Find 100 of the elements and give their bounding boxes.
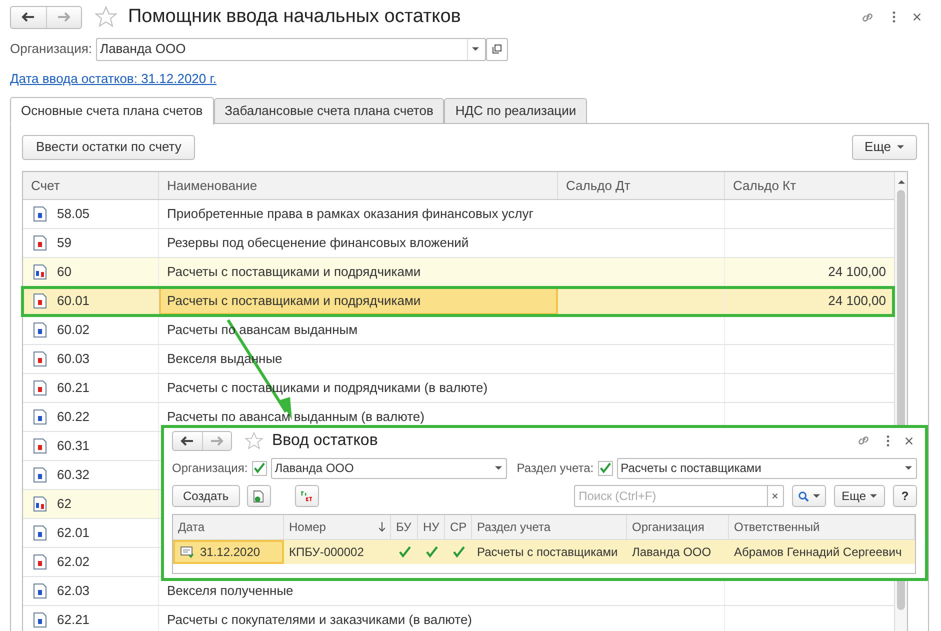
sort-arrow-icon[interactable]: [379, 522, 385, 532]
search-icon: [798, 490, 809, 502]
more-button[interactable]: Еще: [852, 134, 917, 160]
search-field[interactable]: Поиск (Ctrl+F): [574, 485, 768, 507]
table-row[interactable]: 58.05 Приобретенные права в рамках оказания финансовых услуг: [23, 200, 894, 229]
dialog-title: Ввод остатков: [272, 430, 378, 450]
more-icon[interactable]: [886, 434, 890, 446]
dropdown-caret-icon: [812, 494, 820, 498]
account-icon: [33, 583, 47, 599]
enter-balances-button[interactable]: Ввести остатки по счету: [22, 134, 196, 160]
field-label: Организация:: [10, 40, 92, 58]
column-header[interactable]: Раздел учета: [472, 515, 627, 539]
checkbox[interactable]: [252, 460, 267, 476]
table-cell-text: 60.32: [57, 466, 90, 484]
open-button[interactable]: [486, 38, 508, 60]
clear-button[interactable]: [768, 485, 784, 507]
table-cell-text: 58.05: [57, 205, 90, 224]
dropdown-caret-icon: [904, 466, 912, 470]
table-cell-text: 24 100,00: [828, 263, 886, 282]
account-icon: [33, 264, 47, 280]
table-cell-text: Расчеты с покупателями и заказчиками (в валюте): [167, 611, 472, 630]
account-icon: [33, 322, 47, 338]
open-window-icon: [492, 44, 502, 54]
tab[interactable]: Забалансовые счета плана счетов: [214, 98, 444, 124]
table-cell-text: 60.22: [57, 408, 90, 426]
document-row[interactable]: 31.12.2020 КПБУ-000002 Расчеты с поставщиками Лаванда ООО Абрамов Геннадий Сергеевич: [173, 540, 915, 564]
create-button[interactable]: Создать: [172, 485, 240, 507]
column-header[interactable]: Номер: [284, 515, 391, 539]
table-cell-text: 60.31: [57, 437, 90, 456]
column-header[interactable]: Дата: [173, 515, 284, 539]
column-header[interactable]: Наименование: [159, 172, 558, 199]
tab[interactable]: Основные счета плана счетов: [10, 97, 214, 125]
debit-credit-button[interactable]: [294, 485, 319, 507]
table-cell-text: Абрамов Геннадий Сергеевич: [734, 544, 902, 561]
table-cell-text: Приобретенные права в рамках оказания финансовых услуг: [167, 205, 534, 224]
table-cell-text: Лаванда ООО: [632, 544, 712, 561]
star-icon[interactable]: [94, 5, 118, 29]
filter-field[interactable]: Расчеты с поставщиками: [616, 458, 917, 478]
help-button[interactable]: ?: [893, 485, 917, 507]
column-header[interactable]: Организация: [627, 515, 729, 539]
table-cell-text: 62.01: [57, 524, 90, 542]
scroll-up-icon[interactable]: [898, 180, 904, 184]
account-icon: [33, 612, 47, 628]
account-icon: [33, 293, 47, 309]
dropdown-caret-icon: [897, 145, 904, 149]
table-cell-text: 59: [57, 234, 72, 252]
checkbox[interactable]: [598, 460, 613, 476]
account-icon: [33, 235, 47, 251]
table-cell-text: 60.21: [57, 379, 90, 398]
clear-icon: [772, 493, 778, 499]
table-cell-text: Расчеты по авансам выданным (в валюте): [167, 408, 424, 426]
forward-arrow-icon: [56, 12, 71, 22]
window-title: Помощник ввода начальных остатков: [128, 4, 461, 29]
account-icon: [33, 554, 47, 570]
column-header[interactable]: Ответственный: [729, 515, 915, 539]
back-arrow-icon: [21, 12, 36, 22]
table-row[interactable]: 60 Расчеты с поставщиками и подрядчиками 24 100,00: [23, 258, 894, 287]
column-header[interactable]: Сальдо Дт: [558, 172, 725, 199]
column-header[interactable]: Счет: [23, 172, 159, 199]
table-cell-text: Резервы под обесценение финансовых вложений: [167, 234, 469, 252]
dropdown-caret-icon: [494, 466, 502, 470]
star-icon[interactable]: [244, 430, 264, 450]
more-icon[interactable]: [892, 11, 896, 23]
table-cell-text: 62.03: [57, 582, 90, 600]
add-document-button[interactable]: [246, 485, 271, 507]
table-cell-text: 60.01: [57, 292, 90, 310]
table-cell-text: 62.02: [57, 553, 90, 572]
tab[interactable]: НДС по реализации: [444, 98, 588, 124]
column-header[interactable]: СР: [445, 515, 472, 539]
column-header[interactable]: БУ: [391, 515, 418, 539]
account-icon: [33, 351, 47, 367]
more-button[interactable]: Еще: [834, 485, 885, 507]
filter-field[interactable]: Лаванда ООО: [270, 458, 507, 478]
filter-label: Раздел учета:: [516, 460, 594, 477]
table-cell-text: 62: [57, 495, 72, 514]
close-icon[interactable]: [905, 436, 913, 444]
column-header[interactable]: НУ: [418, 515, 445, 539]
table-cell-text: 60.02: [57, 321, 90, 340]
close-icon[interactable]: [913, 13, 921, 21]
account-icon: [33, 206, 47, 222]
document-icon: [180, 546, 194, 558]
forward-arrow-icon: [210, 436, 224, 446]
table-cell-text: 31.12.2020: [200, 544, 260, 561]
table-cell-text: 62.21: [57, 611, 90, 630]
account-icon: [33, 496, 47, 512]
table-cell-text: 60.03: [57, 350, 90, 368]
account-icon: [33, 467, 47, 483]
table-cell-text: Векселя полученные: [167, 582, 294, 600]
date-link[interactable]: Дата ввода остатков: 31.12.2020 г.: [10, 71, 217, 86]
organization-field[interactable]: Лаванда ООО: [96, 38, 486, 60]
search-button[interactable]: [792, 485, 826, 507]
table-cell-text: 24 100,00: [828, 292, 886, 310]
table-row[interactable]: 59 Резервы под обесценение финансовых вложений: [23, 229, 894, 258]
filter-label: Организация:: [172, 460, 248, 477]
dropdown-caret-icon: [472, 47, 480, 51]
table-cell-text: Расчеты с поставщиками: [477, 544, 618, 561]
column-header[interactable]: Сальдо Кт: [725, 172, 894, 199]
table-cell-text: Расчеты с поставщиками и подрядчиками: [167, 263, 421, 282]
account-icon: [33, 525, 47, 541]
account-icon: [33, 438, 47, 454]
